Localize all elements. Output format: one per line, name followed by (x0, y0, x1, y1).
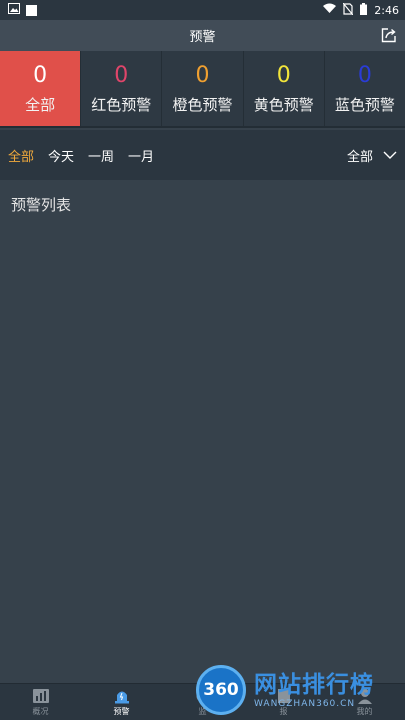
watermark-badge: 360 (196, 665, 246, 715)
tile-orange-alert[interactable]: 0 橙色预警 (162, 51, 244, 126)
status-time: 2:46 (374, 3, 399, 17)
nav-alert[interactable]: 预警 (81, 684, 162, 720)
share-button[interactable] (380, 26, 398, 44)
tile-label: 蓝色预警 (334, 95, 395, 114)
tile-label: 黄色预警 (253, 95, 314, 114)
tile-all[interactable]: 0 全部 (0, 51, 82, 126)
dropdown-value: 全部 (346, 149, 373, 165)
filter-today[interactable]: 今天 (48, 146, 74, 165)
tile-red-alert[interactable]: 0 红色预警 (81, 51, 163, 126)
notification-icons (8, 3, 37, 17)
alert-icon (114, 691, 129, 704)
battery-icon (360, 2, 368, 18)
level-dropdown[interactable]: 全部 (347, 146, 397, 165)
status-bar: 2:46 (0, 0, 405, 20)
watermark-main-text: 网站排行榜 (254, 672, 374, 698)
tile-label: 全部 (25, 95, 56, 114)
tile-yellow-alert[interactable]: 0 黄色预警 (244, 51, 325, 126)
alert-list-title: 预警列表 (11, 196, 72, 214)
page-title: 预警 (189, 30, 216, 45)
square-notification-icon (26, 4, 37, 16)
filter-all[interactable]: 全部 (8, 146, 34, 165)
filter-month[interactable]: 一月 (128, 146, 154, 165)
watermark-sub-text: WANGZHAN360.CN (254, 699, 356, 709)
wifi-icon (323, 3, 337, 17)
filter-week[interactable]: 一周 (88, 146, 114, 165)
tile-count: 0 (33, 62, 48, 88)
tile-label: 橙色预警 (172, 95, 233, 114)
image-notification-icon (8, 3, 20, 17)
nav-label: 概况 (32, 706, 49, 716)
app-header: 预警 (0, 20, 405, 51)
tile-label: 红色预警 (91, 95, 152, 114)
share-icon (381, 28, 396, 43)
nav-label: 预警 (113, 707, 130, 716)
tile-count: 0 (276, 62, 291, 88)
nav-overview[interactable]: 概况 (0, 684, 81, 720)
chart-icon (32, 688, 49, 703)
time-filter-bar: 全部 今天 一周 一月 全部 (0, 130, 405, 180)
no-sim-icon (342, 2, 354, 18)
tile-count: 0 (195, 62, 210, 88)
tile-count: 0 (114, 62, 129, 88)
tile-count: 0 (357, 62, 372, 88)
chevron-down-icon (383, 151, 397, 159)
watermark-logo: 360 网站排行榜 WANGZHAN360.CN (196, 660, 401, 720)
tile-blue-alert[interactable]: 0 蓝色预警 (325, 51, 405, 126)
alert-category-tiles: 0 全部 0 红色预警 0 橙色预警 0 黄色预警 0 蓝色预警 (0, 51, 405, 128)
